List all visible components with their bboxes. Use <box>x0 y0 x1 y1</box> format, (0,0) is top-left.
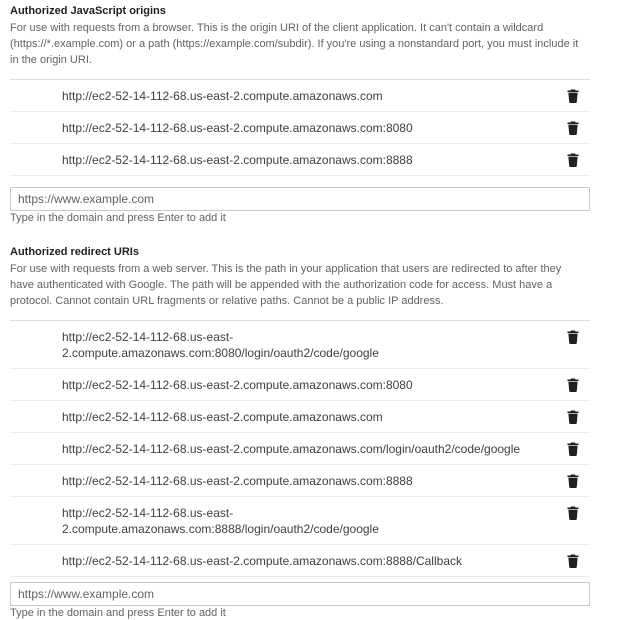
uri-row: http://ec2-52-14-112-68.us-east- 2.comput… <box>10 497 590 545</box>
js-origins-section: Authorized JavaScript origins For use wi… <box>10 0 590 225</box>
trash-icon[interactable] <box>567 442 579 456</box>
uri-text-line: http://ec2-52-14-112-68.us-east- <box>62 506 234 520</box>
uri-text: http://ec2-52-14-112-68.us-east-2.comput… <box>10 80 443 104</box>
js-origin-hint: Type in the domain and press Enter to ad… <box>10 212 226 224</box>
uri-text: http://ec2-52-14-112-68.us-east-2.comput… <box>10 369 473 393</box>
uri-text: http://ec2-52-14-112-68.us-east- 2.comput… <box>10 321 439 361</box>
redirect-uri-input[interactable] <box>10 582 590 606</box>
trash-icon[interactable] <box>567 89 579 103</box>
uri-text-line: http://ec2-52-14-112-68.us-east-2.comput… <box>62 442 521 456</box>
trash-icon[interactable] <box>567 474 579 488</box>
uri-text-line: http://ec2-52-14-112-68.us-east-2.comput… <box>62 474 413 488</box>
uri-text: http://ec2-52-14-112-68.us-east-2.comput… <box>10 433 580 457</box>
redirect-uris-description: For use with requests from a web server.… <box>10 263 562 307</box>
uri-row: http://ec2-52-14-112-68.us-east-2.comput… <box>10 465 590 497</box>
uri-row: http://ec2-52-14-112-68.us-east-2.comput… <box>10 545 590 577</box>
uri-row: http://ec2-52-14-112-68.us-east-2.comput… <box>10 112 590 144</box>
redirect-uris-section: Authorized redirect URIs For use with re… <box>10 225 590 620</box>
uri-row: http://ec2-52-14-112-68.us-east- 2.comput… <box>10 321 590 369</box>
uri-row: http://ec2-52-14-112-68.us-east-2.comput… <box>10 433 590 465</box>
redirect-uris-list: http://ec2-52-14-112-68.us-east- 2.comput… <box>10 320 590 577</box>
uri-text-line: http://ec2-52-14-112-68.us-east-2.comput… <box>62 554 462 568</box>
uri-text: http://ec2-52-14-112-68.us-east-2.comput… <box>10 144 473 168</box>
redirect-uris-title: Authorized redirect URIs <box>10 246 139 258</box>
trash-icon[interactable] <box>567 506 579 520</box>
trash-icon[interactable] <box>567 153 579 167</box>
uri-text: http://ec2-52-14-112-68.us-east-2.comput… <box>10 545 522 569</box>
trash-icon[interactable] <box>567 121 579 135</box>
uri-row: http://ec2-52-14-112-68.us-east-2.comput… <box>10 144 590 176</box>
js-origin-input[interactable] <box>10 187 590 211</box>
uri-row: http://ec2-52-14-112-68.us-east-2.comput… <box>10 369 590 401</box>
uri-text: http://ec2-52-14-112-68.us-east-2.comput… <box>10 465 473 489</box>
oauth-client-settings: Authorized JavaScript origins For use wi… <box>0 0 600 620</box>
trash-icon[interactable] <box>567 554 579 568</box>
js-origins-title: Authorized JavaScript origins <box>10 5 166 17</box>
js-origins-description: For use with requests from a browser. Th… <box>10 22 579 66</box>
trash-icon[interactable] <box>567 378 579 392</box>
uri-text-line: 2.compute.amazonaws.com:8080/login/oauth… <box>62 346 379 360</box>
uri-text-line: http://ec2-52-14-112-68.us-east-2.comput… <box>62 378 413 392</box>
uri-text-line: http://ec2-52-14-112-68.us-east-2.comput… <box>62 121 413 135</box>
uri-text-line: http://ec2-52-14-112-68.us-east- <box>62 330 234 344</box>
uri-text: http://ec2-52-14-112-68.us-east-2.comput… <box>10 401 443 425</box>
trash-icon[interactable] <box>567 330 579 344</box>
uri-text: http://ec2-52-14-112-68.us-east- 2.comput… <box>10 497 439 537</box>
js-origins-list: http://ec2-52-14-112-68.us-east-2.comput… <box>10 79 590 176</box>
uri-text: http://ec2-52-14-112-68.us-east-2.comput… <box>10 112 473 136</box>
uri-text-line: http://ec2-52-14-112-68.us-east-2.comput… <box>62 410 383 424</box>
uri-text-line: http://ec2-52-14-112-68.us-east-2.comput… <box>62 89 383 103</box>
uri-row: http://ec2-52-14-112-68.us-east-2.comput… <box>10 401 590 433</box>
uri-text-line: http://ec2-52-14-112-68.us-east-2.comput… <box>62 153 413 167</box>
trash-icon[interactable] <box>567 410 579 424</box>
uri-text-line: 2.compute.amazonaws.com:8888/login/oauth… <box>62 522 379 536</box>
uri-row: http://ec2-52-14-112-68.us-east-2.comput… <box>10 80 590 112</box>
redirect-uri-hint: Type in the domain and press Enter to ad… <box>10 607 226 619</box>
